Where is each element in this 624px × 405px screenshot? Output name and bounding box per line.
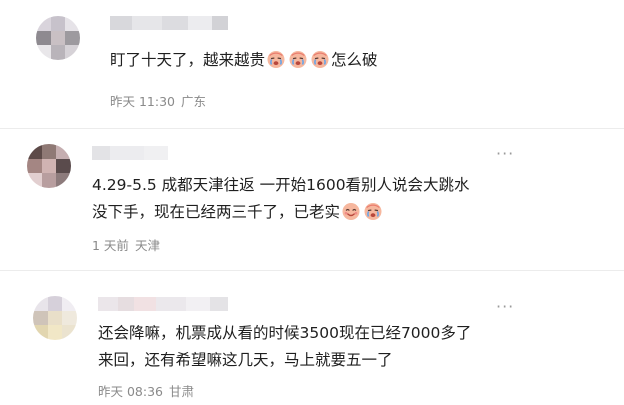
avatar-pixel [65,45,80,60]
avatar-pixel [33,325,48,340]
username-blurred[interactable] [98,297,228,311]
avatar-pixel [41,158,57,174]
comment-text-part: 怎么破 [331,51,378,69]
more-options-icon[interactable]: ··· [496,299,514,315]
avatar-pixel [33,296,48,311]
crying-face-icon [364,203,382,220]
avatar-pixel [27,144,42,159]
comment-text-line: 4.29-5.5 成都天津往返 一开始1600看别人说会大跳水 [92,176,470,194]
avatar-pixel [33,310,48,326]
avatar-pixel [65,30,80,46]
avatar[interactable] [36,16,80,60]
avatar-pixel [47,296,63,311]
avatar-pixel [65,16,80,31]
avatar-pixel [56,144,71,159]
comment-text: 4.29-5.5 成都天津往返 一开始1600看别人说会大跳水 没下手，现在已经… [92,172,470,226]
comment-meta: 昨天 08:36 甘肃 [98,381,194,400]
comment-text: 还会降嘛，机票成从看的时候3500现在已经7000多了 来回，还有希望嘛这几天，… [98,320,471,374]
comment-location: 甘肃 [169,384,195,399]
crying-face-icon [311,51,329,68]
avatar-pixel [47,325,63,340]
comment-text-line: 来回，还有希望嘛这几天，马上就要五一了 [98,351,393,369]
avatar-pixel [27,158,42,174]
avatar-pixel [36,16,51,31]
avatar[interactable] [27,144,71,188]
avatar-pixel [47,310,63,326]
comment-time: 昨天 08:36 [98,384,163,399]
comment-text: 盯了十天了，越来越贵 怎么破 [110,47,378,74]
comment-text-part: 盯了十天了，越来越贵 [110,51,266,69]
comment-text-line: 还会降嘛，机票成从看的时候3500现在已经7000多了 [98,324,472,342]
crying-face-icon [289,51,307,68]
avatar-pixel [56,158,71,174]
avatar-pixel [62,310,77,326]
comment-location: 广东 [181,94,207,109]
comment-text-part: 没下手，现在已经两三千了，已老实 [92,203,341,221]
avatar-pixel [50,30,66,46]
divider [0,270,624,271]
avatar-pixel [62,296,77,311]
username-blurred[interactable] [92,146,168,160]
avatar-pixel [50,45,66,60]
avatar[interactable] [33,296,77,340]
avatar-pixel [41,173,57,188]
avatar-pixel [50,16,66,31]
comment-time: 1 天前 [92,238,129,253]
smiling-face-icon [342,203,360,220]
avatar-pixel [36,30,51,46]
comment-time: 昨天 11:30 [110,94,175,109]
comment-meta: 昨天 11:30 广东 [110,91,206,110]
more-options-icon[interactable]: ··· [496,146,514,162]
comment-location: 天津 [134,238,160,253]
comment-text-line: 没下手，现在已经两三千了，已老实 [92,199,470,226]
avatar-pixel [62,325,77,340]
avatar-pixel [41,144,57,159]
avatar-pixel [27,173,42,188]
avatar-pixel [36,45,51,60]
comment-meta: 1 天前 天津 [92,235,160,254]
crying-face-icon [267,51,285,68]
avatar-pixel [56,173,71,188]
divider [0,128,624,129]
username-blurred[interactable] [110,16,228,30]
